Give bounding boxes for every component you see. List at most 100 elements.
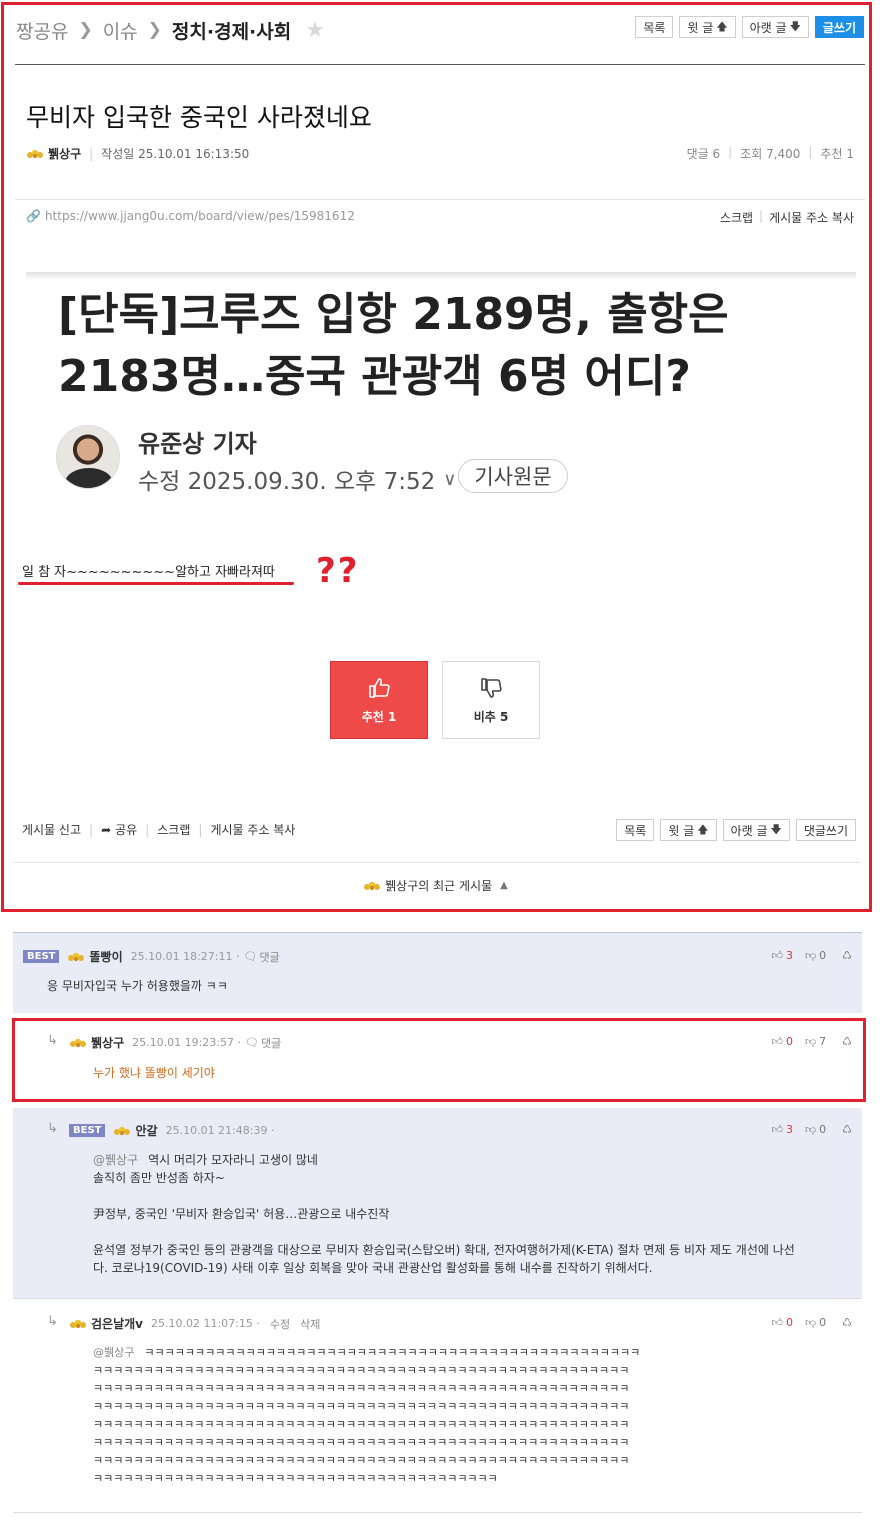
arrow-up-icon: 🡅: [716, 19, 728, 33]
write-comment-label: 댓글쓰기: [803, 823, 848, 838]
list-button[interactable]: 목록: [616, 819, 655, 841]
list-label: 목록: [643, 20, 666, 35]
level-icon: [27, 149, 43, 158]
comment-time: 25.10.02 11:07:15 ·: [150, 1317, 260, 1330]
comment-up-button[interactable]: 👍︎ 3: [771, 1123, 793, 1136]
post-url[interactable]: https://www.jjang0u.com/board/view/pes/1…: [45, 209, 355, 223]
thumbs-down-icon: 👎︎: [804, 949, 817, 962]
write-label: 글쓰기: [822, 20, 856, 35]
link-icon: 🔗: [26, 209, 41, 223]
top-toolbar: 목록 윗 글 🡅 아랫 글 🡇 글쓰기: [635, 16, 864, 38]
divider: [13, 1512, 862, 1513]
thumbs-up-icon: 👍︎: [771, 1123, 783, 1136]
author-nick[interactable]: 뷁상구: [48, 145, 81, 162]
comment-line: 솔직히 좀만 반성좀 하자~: [93, 1171, 225, 1185]
reply-label: 댓글: [259, 950, 280, 964]
down-count: 0: [819, 1316, 827, 1329]
post-date: 작성일 25.10.01 16:13:50: [101, 147, 250, 161]
next-post-button[interactable]: 아랫 글 🡇: [741, 16, 809, 38]
comment-count: 댓글 6: [686, 147, 721, 161]
comment-down-button[interactable]: 👎︎ 0: [805, 949, 826, 962]
comment-line: ㅋㅋㅋㅋㅋㅋㅋㅋㅋㅋㅋㅋㅋㅋㅋㅋㅋㅋㅋㅋㅋㅋㅋㅋㅋㅋㅋㅋㅋㅋㅋㅋㅋㅋㅋㅋㅋㅋㅋㅋ…: [93, 1382, 630, 1395]
report-link[interactable]: 게시물 신고: [22, 821, 81, 838]
comment-time: 25.10.01 18:27:11 ·: [130, 950, 240, 963]
breadcrumb-item-home[interactable]: 짱공유: [16, 17, 68, 44]
scrap-link[interactable]: 스크랩: [157, 821, 190, 838]
copy-url-link[interactable]: 게시물 주소 복사: [769, 209, 854, 226]
divider: [13, 1298, 862, 1299]
comment-line: ㅋㅋㅋㅋㅋㅋㅋㅋㅋㅋㅋㅋㅋㅋㅋㅋㅋㅋㅋㅋㅋㅋㅋㅋㅋㅋㅋㅋㅋㅋㅋㅋㅋㅋㅋㅋㅋㅋㅋㅋ…: [93, 1400, 630, 1413]
comment-down-button[interactable]: 👎︎ 0: [805, 1123, 826, 1136]
thumbs-down-icon: 👎︎: [804, 1316, 817, 1329]
comment-item: ↳ BEST 안갈 25.10.01 21:48:39 · 👍︎ 3 👎︎ 0 ♺ …: [13, 1108, 862, 1298]
question-marks-annotation: ??: [316, 551, 360, 591]
recommend-button[interactable]: 추천 1: [330, 661, 428, 739]
comment-line: @뷁상구 ㅋㅋㅋㅋㅋㅋㅋㅋㅋㅋㅋㅋㅋㅋㅋㅋㅋㅋㅋㅋㅋㅋㅋㅋㅋㅋㅋㅋㅋㅋㅋㅋㅋㅋㅋㅋ…: [93, 1344, 863, 1362]
next-post-button[interactable]: 아랫 글 🡇: [722, 819, 790, 841]
post-bottom-actions: 게시물 신고 | ➦ 공유 | 스크랩 | 게시물 주소 복사: [22, 821, 295, 838]
divider: |: [808, 145, 813, 159]
view-count: 조회 7,400: [740, 147, 801, 161]
comment-votes: 👍︎ 3 👎︎ 0 ♺: [759, 949, 852, 962]
prev-post-button[interactable]: 윗 글 🡅: [679, 16, 736, 38]
copy-url-link[interactable]: 게시물 주소 복사: [210, 821, 295, 838]
chevron-right-icon: ❯: [147, 20, 162, 40]
scrap-link[interactable]: 스크랩: [720, 209, 753, 226]
not-recommend-button[interactable]: 비추 5: [442, 661, 540, 739]
write-comment-button[interactable]: 댓글쓰기: [795, 819, 856, 841]
recent-posts-toggle[interactable]: 뷁상구의 최근 게시물 ▲: [0, 877, 871, 894]
chevron-right-icon: ❯: [78, 20, 93, 40]
divider: [15, 64, 865, 65]
list-button[interactable]: 목록: [635, 16, 674, 38]
divider: |: [145, 822, 150, 837]
comment-votes: 👍︎ 3 👎︎ 0 ♺: [759, 1123, 852, 1136]
article-headline-line2: 2183명…중국 관광객 6명 어디?: [58, 351, 691, 402]
comment-down-button[interactable]: 👎︎ 0: [805, 1316, 826, 1329]
comment-item: ↳ 검은날개v 25.10.02 11:07:15 · 수정 삭제 👍︎ 0 👎︎…: [13, 1300, 862, 1510]
prev-label: 윗 글: [687, 20, 714, 35]
comment-nick[interactable]: 안갈: [135, 1122, 157, 1139]
thumbs-up-icon: [369, 677, 390, 698]
comment-nick[interactable]: 똘빵이: [89, 948, 122, 965]
post-stats: 댓글 6 | 조회 7,400 | 추천 1: [679, 145, 854, 162]
reply-arrow-icon: ↳: [47, 1314, 58, 1329]
divider: [15, 199, 865, 200]
photo-shirt: [65, 468, 113, 488]
report-bell-icon[interactable]: ♺: [842, 1316, 852, 1329]
arrow-down-icon: 🡇: [770, 822, 782, 836]
star-icon[interactable]: ★: [305, 18, 325, 43]
mention[interactable]: @뷁상구: [93, 1153, 138, 1167]
comment-line: 다. 코로나19(COVID-19) 사태 이후 일상 회복을 맞아 국내 관광…: [93, 1261, 653, 1275]
breadcrumb: 짱공유 ❯ 이슈 ❯ 정치·경제·사회 ★: [16, 16, 325, 44]
level-icon: [114, 1126, 131, 1135]
comment-header: BEST 똘빵이 25.10.01 18:27:11 · 🗨 댓글: [23, 948, 280, 965]
write-button[interactable]: 글쓰기: [814, 16, 864, 38]
best-badge: BEST: [69, 1124, 106, 1137]
up-count: 3: [785, 1123, 793, 1136]
reply-link[interactable]: 🗨 댓글: [244, 949, 280, 965]
comment-line: 윤석열 정부가 중국인 등의 관광객을 대상으로 무비자 환승입국(스탑오버) …: [93, 1243, 795, 1257]
level-icon: [70, 1319, 86, 1328]
original-article-button: 기사원문: [458, 459, 568, 493]
article-screenshot-image: [단독]크루즈 입항 2189명, 출항은 2183명…중국 관광객 6명 어디…: [26, 272, 856, 500]
share-link[interactable]: 공유: [115, 821, 137, 838]
thumbs-down-icon: 👎︎: [804, 1123, 817, 1136]
share-icon: ➦: [101, 822, 112, 837]
not-recommend-label: 비추 5: [473, 709, 509, 724]
breadcrumb-item-current[interactable]: 정치·경제·사회: [172, 17, 291, 44]
comment-up-button[interactable]: 👍︎ 0: [771, 1316, 793, 1329]
prev-post-button[interactable]: 윗 글 🡅: [660, 819, 717, 841]
mention[interactable]: @뷁상구: [93, 1346, 134, 1359]
comment-line: ㅋㅋㅋㅋㅋㅋㅋㅋㅋㅋㅋㅋㅋㅋㅋㅋㅋㅋㅋㅋㅋㅋㅋㅋㅋㅋㅋㅋㅋㅋㅋㅋㅋㅋㅋㅋㅋㅋㅋㅋ…: [93, 1418, 630, 1431]
breadcrumb-item-issue[interactable]: 이슈: [103, 17, 138, 44]
report-bell-icon[interactable]: ♺: [842, 1123, 852, 1136]
divider: |: [198, 822, 203, 837]
url-actions: 스크랩 | 게시물 주소 복사: [720, 209, 854, 226]
divider: |: [759, 209, 764, 223]
red-underline-annotation: [18, 582, 294, 585]
edit-link[interactable]: 수정: [270, 1316, 290, 1332]
comment-up-button[interactable]: 👍︎ 3: [771, 949, 793, 962]
delete-link[interactable]: 삭제: [300, 1316, 320, 1332]
comment-nick[interactable]: 검은날개v: [91, 1315, 143, 1332]
report-bell-icon[interactable]: ♺: [842, 949, 852, 962]
